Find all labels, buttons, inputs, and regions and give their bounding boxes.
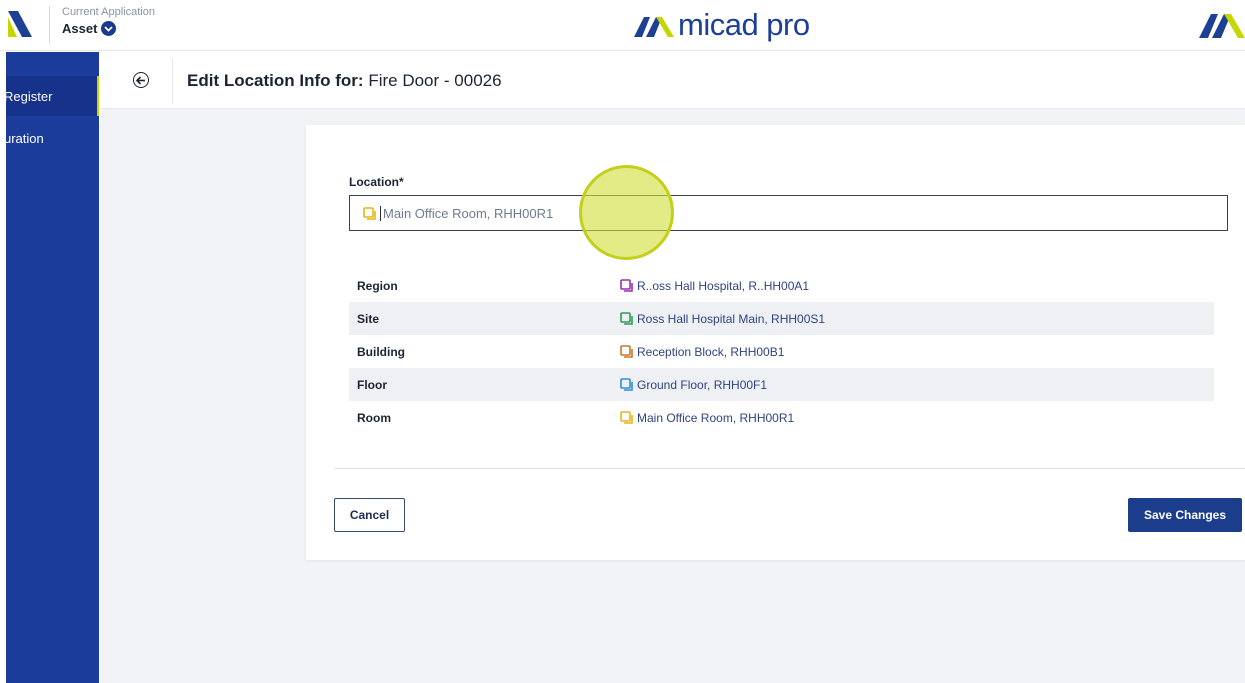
cancel-button[interactable]: Cancel: [334, 498, 405, 532]
table-row-region: Region R..oss Hall Hospital, R..HH00A1: [349, 269, 1214, 302]
site-icon: [620, 312, 633, 325]
row-value[interactable]: Ross Hall Hospital Main, RHH00S1: [620, 312, 825, 326]
row-value-text: Reception Block, RHH00B1: [637, 344, 785, 359]
row-label: Floor: [357, 377, 387, 392]
building-icon: [620, 345, 633, 358]
location-input[interactable]: Main Office Room, RHH00R1: [349, 195, 1228, 231]
sidebar: Register uration: [6, 52, 99, 683]
table-row-building: Building Reception Block, RHH00B1: [349, 335, 1214, 368]
region-icon: [620, 279, 633, 292]
floor-icon: [620, 378, 633, 391]
location-input-value: Main Office Room, RHH00R1: [380, 205, 553, 221]
sidebar-item-configuration[interactable]: uration: [6, 118, 99, 158]
sidebar-item-register[interactable]: Register: [6, 76, 99, 116]
title-divider: [172, 58, 173, 104]
table-row-room: Room Main Office Room, RHH00R1: [349, 401, 1214, 434]
brand-mark-icon: [1199, 14, 1245, 38]
page-title-prefix: Edit Location Info for:: [187, 71, 364, 90]
app-header: Current Application Asset micad pro: [0, 0, 1245, 51]
row-value-text: R..oss Hall Hospital, R..HH00A1: [637, 278, 810, 293]
brand-logo: micad pro: [634, 8, 810, 42]
row-label: Region: [357, 278, 398, 293]
location-label: Location*: [349, 175, 404, 189]
page-titlebar: Edit Location Info for: Fire Door - 0002…: [100, 52, 1245, 109]
header-divider: [49, 6, 50, 44]
page-title-subject: Fire Door - 00026: [368, 71, 502, 90]
edit-location-card: Location* Main Office Room, RHH00R1 Regi…: [306, 125, 1245, 560]
row-label: Building: [357, 344, 405, 359]
row-value[interactable]: R..oss Hall Hospital, R..HH00A1: [620, 279, 809, 293]
app-name[interactable]: Asset: [62, 21, 97, 36]
chevron-down-icon[interactable]: [101, 21, 117, 36]
table-row-floor: Floor Ground Floor, RHH00F1: [349, 368, 1214, 401]
row-value[interactable]: Main Office Room, RHH00R1: [620, 411, 794, 425]
row-value[interactable]: Ground Floor, RHH00F1: [620, 378, 767, 392]
row-value-text: Ross Hall Hospital Main, RHH00S1: [637, 311, 826, 326]
row-value[interactable]: Reception Block, RHH00B1: [620, 345, 784, 359]
row-label: Room: [357, 410, 391, 425]
app-caption: Current Application: [62, 6, 155, 18]
micad-logo-icon: [634, 17, 674, 37]
row-value-text: Ground Floor, RHH00F1: [637, 377, 768, 392]
sidebar-item-label: uration: [6, 130, 44, 146]
row-value-text: Main Office Room, RHH00R1: [637, 410, 795, 425]
content-area: Location* Main Office Room, RHH00R1 Regi…: [100, 109, 1245, 683]
company-logo-icon[interactable]: [8, 11, 32, 37]
page-title: Edit Location Info for: Fire Door - 0002…: [187, 71, 502, 91]
room-icon: [620, 411, 633, 424]
application-switcher[interactable]: Current Application Asset: [62, 6, 155, 36]
card-divider: [334, 468, 1245, 469]
location-hierarchy-table: Region R..oss Hall Hospital, R..HH00A1 S…: [349, 269, 1214, 434]
row-label: Site: [357, 311, 380, 326]
save-changes-button[interactable]: Save Changes: [1128, 498, 1242, 532]
sidebar-item-label: Register: [6, 88, 53, 104]
table-row-site: Site Ross Hall Hospital Main, RHH00S1: [349, 302, 1214, 335]
back-arrow-icon[interactable]: [133, 72, 149, 88]
brand-name: micad pro: [678, 7, 810, 42]
room-icon: [363, 206, 376, 220]
click-indicator: [579, 165, 674, 260]
